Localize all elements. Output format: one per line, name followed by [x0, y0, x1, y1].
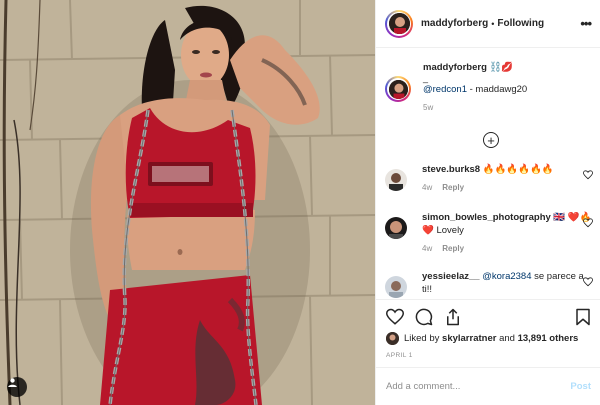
like-heart-icon[interactable] — [386, 308, 404, 326]
caption-time: 5w — [423, 103, 434, 112]
photo-illustration — [0, 0, 375, 405]
likes-middle: and — [499, 333, 515, 344]
like-comment-heart-icon[interactable] — [583, 170, 593, 180]
post-caption: maddyforberg ⛓️💋 _ @redcon1 - maddawg20 … — [385, 62, 595, 112]
comment-avatar[interactable] — [385, 276, 407, 298]
header-username[interactable]: maddyforberg — [421, 18, 488, 29]
plus-circle-icon[interactable]: + — [483, 132, 499, 148]
caption-username[interactable]: maddyforberg — [423, 62, 487, 73]
user-tag-icon — [8, 378, 17, 387]
add-comment-bar: Post — [376, 367, 600, 405]
tagged-users-button[interactable] — [7, 377, 27, 397]
following-button[interactable]: Following — [497, 18, 544, 29]
comment-time: 4w — [422, 183, 433, 192]
reply-button[interactable]: Reply — [442, 183, 464, 192]
comment-bubble-icon[interactable] — [415, 308, 433, 326]
comment-mention[interactable]: @kora2384 — [482, 271, 531, 282]
post-date[interactable]: APRIL 1 — [386, 352, 413, 359]
add-comment-input[interactable] — [386, 381, 546, 392]
caption-emojis: ⛓️💋 — [489, 62, 514, 73]
comment-text: 🔥🔥🔥🔥🔥🔥 — [480, 164, 554, 175]
header-separator: • — [491, 18, 495, 29]
liker-username[interactable]: skylarratner — [442, 333, 496, 344]
post-photo[interactable] — [0, 0, 375, 405]
comment-username[interactable]: steve.burks8 — [422, 164, 480, 175]
comment-username[interactable]: simon_bowles_photography — [422, 212, 551, 223]
story-ring[interactable] — [385, 9, 413, 38]
comment-username[interactable]: yessieelaz__ — [422, 271, 480, 282]
likes-summary: Liked by skylarratner and 13,891 others — [386, 332, 578, 345]
post-side-panel: maddyforberg • Following ••• maddyforber… — [375, 0, 600, 405]
comment-item: simon_bowles_photography 🇬🇧 ❤️🔥❤️ Lovely… — [385, 211, 595, 255]
liker-avatar[interactable] — [386, 332, 399, 345]
caption-dash: _ — [423, 73, 429, 83]
post-header: maddyforberg • Following ••• — [376, 0, 600, 48]
caption-mention[interactable]: @redcon1 — [423, 84, 467, 95]
comment-avatar[interactable] — [385, 169, 407, 191]
caption-text: - maddawg20 — [466, 84, 528, 95]
caption-story-ring[interactable] — [385, 76, 411, 102]
avatar — [388, 13, 410, 34]
bookmark-icon[interactable] — [575, 308, 591, 326]
comment-avatar[interactable] — [385, 217, 407, 239]
post-comment-button[interactable]: Post — [570, 381, 591, 392]
comment-item: yessieelaz__ @kora2384 se parece a ti!! — [385, 270, 595, 298]
share-icon[interactable] — [444, 308, 462, 326]
likes-count[interactable]: 13,891 others — [518, 333, 579, 344]
comment-item: steve.burks8 🔥🔥🔥🔥🔥🔥 4w Reply — [385, 163, 595, 194]
comment-time: 4w — [422, 244, 433, 253]
likes-prefix: Liked by — [404, 333, 440, 344]
caption-avatar — [388, 79, 408, 99]
more-horizontal-icon[interactable]: ••• — [580, 16, 592, 31]
like-comment-heart-icon[interactable] — [583, 218, 593, 228]
reply-button[interactable]: Reply — [442, 244, 464, 253]
like-comment-heart-icon[interactable] — [583, 277, 593, 287]
